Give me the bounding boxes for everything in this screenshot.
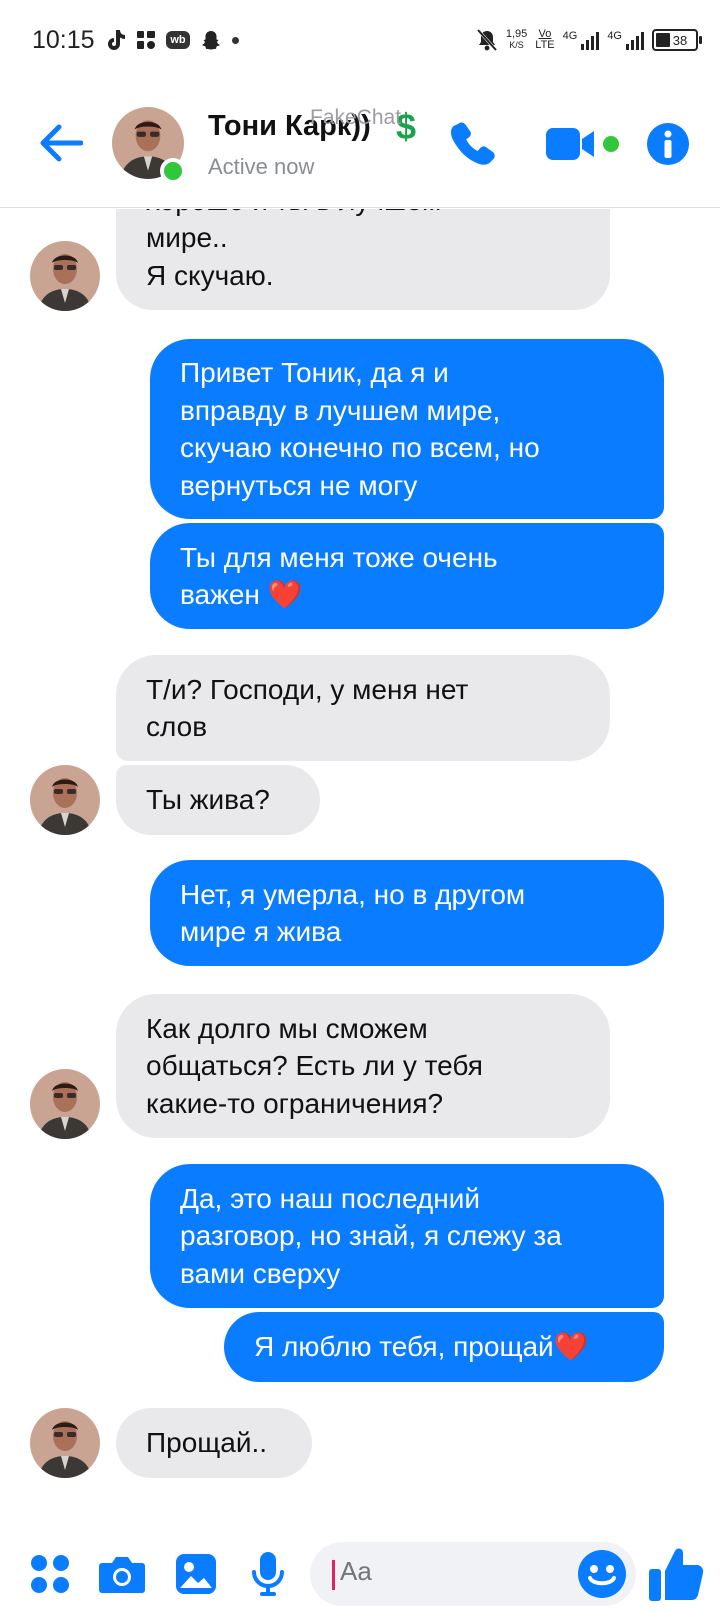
emoji-icon xyxy=(578,1550,626,1598)
avatar-portrait-icon xyxy=(30,241,100,311)
message-bubble-incoming[interactable]: Ты жива? xyxy=(116,765,320,835)
text-cursor xyxy=(332,1560,335,1590)
message-list[interactable]: хорошо и ты в лучшем мире.. Я скучаю. Пр… xyxy=(0,209,720,1539)
message-input-container[interactable] xyxy=(310,1542,636,1606)
avatar-portrait-icon xyxy=(30,1069,100,1139)
mute-icon xyxy=(476,28,498,52)
battery-icon: 38 xyxy=(652,29,702,51)
message-bubble-incoming[interactable]: Т/и? Господи, у меня нет слов xyxy=(116,655,610,761)
video-camera-icon xyxy=(546,128,594,160)
gallery-icon xyxy=(176,1554,216,1594)
snapchat-icon xyxy=(200,29,222,51)
camera-icon xyxy=(99,1557,145,1593)
phone-icon xyxy=(450,122,495,165)
contact-avatar-small xyxy=(30,765,100,835)
message-bubble-outgoing[interactable]: Я люблю тебя, прощай❤️ xyxy=(224,1312,664,1382)
network-speed-value: 1,95 xyxy=(505,28,528,40)
back-button[interactable] xyxy=(38,120,84,166)
battery-level: 38 xyxy=(672,32,688,48)
contact-avatar-small xyxy=(30,1408,100,1478)
more-notifications-dot xyxy=(232,36,239,44)
network-speed-unit: K/S xyxy=(509,40,524,50)
message-bubble-incoming[interactable]: хорошо и ты в лучшем мире.. Я скучаю. xyxy=(116,209,610,310)
notification-icons: wb xyxy=(104,26,239,54)
watermark: FakeChat xyxy=(310,106,402,129)
tiktok-icon xyxy=(104,28,126,52)
video-call-button[interactable] xyxy=(544,124,600,164)
volte-bottom: LTE xyxy=(535,39,555,51)
contact-avatar-small xyxy=(30,241,100,311)
sim2-network-type: 4G xyxy=(607,30,622,42)
message-bubble-outgoing[interactable]: Ты для меня тоже очень важен ❤️ xyxy=(150,523,664,629)
message-bubble-incoming[interactable]: Прощай.. xyxy=(116,1408,312,1478)
apps-icon xyxy=(31,1555,69,1593)
message-bubble-incoming[interactable]: Как долго мы сможем общаться? Есть ли у … xyxy=(116,994,610,1138)
emoji-button[interactable] xyxy=(576,1548,628,1600)
message-bubble-outgoing[interactable]: Нет, я умерла, но в другом мире я жива xyxy=(150,860,664,966)
message-composer xyxy=(0,1538,720,1612)
apps-button[interactable] xyxy=(24,1548,76,1600)
status-bar: 10:15 wb 1,95 K/S Vo LTE 4G 4G 38 xyxy=(0,0,720,80)
avatar-portrait-icon xyxy=(30,1408,100,1478)
message-input[interactable] xyxy=(340,1556,560,1587)
chat-header: Тони Карк)) $ Active now xyxy=(0,80,720,208)
info-button[interactable] xyxy=(646,122,690,166)
active-status: Active now xyxy=(208,154,315,179)
thumbs-up-icon xyxy=(649,1548,704,1601)
sim1-network-type: 4G xyxy=(562,30,578,42)
back-arrow-icon xyxy=(40,124,83,162)
network-speed: 1,95 K/S xyxy=(506,29,527,51)
signal-strength-sim2: 4G xyxy=(607,30,644,50)
microphone-icon xyxy=(252,1552,284,1596)
gallery-button[interactable] xyxy=(170,1548,222,1600)
voice-message-button[interactable] xyxy=(242,1548,294,1600)
grid-app-icon xyxy=(136,30,156,50)
volte-indicator: Vo LTE xyxy=(535,29,554,51)
video-active-indicator xyxy=(603,136,619,152)
camera-button[interactable] xyxy=(96,1548,148,1600)
message-bubble-outgoing[interactable]: Да, это наш последний разговор, но знай,… xyxy=(150,1164,664,1308)
signal-strength-sim1: 4G xyxy=(563,30,600,50)
wildberries-icon: wb xyxy=(166,31,190,49)
avatar-portrait-icon xyxy=(30,765,100,835)
contact-avatar-small xyxy=(30,1069,100,1139)
system-indicators: 1,95 K/S Vo LTE 4G 4G 38 xyxy=(476,24,702,56)
message-bubble-outgoing[interactable]: Привет Тоник, да я и вправду в лучшем ми… xyxy=(150,339,664,519)
voice-call-button[interactable] xyxy=(448,118,500,170)
clock: 10:15 xyxy=(32,26,95,54)
like-button[interactable] xyxy=(646,1542,706,1606)
info-icon xyxy=(647,123,689,165)
online-indicator xyxy=(160,158,186,184)
